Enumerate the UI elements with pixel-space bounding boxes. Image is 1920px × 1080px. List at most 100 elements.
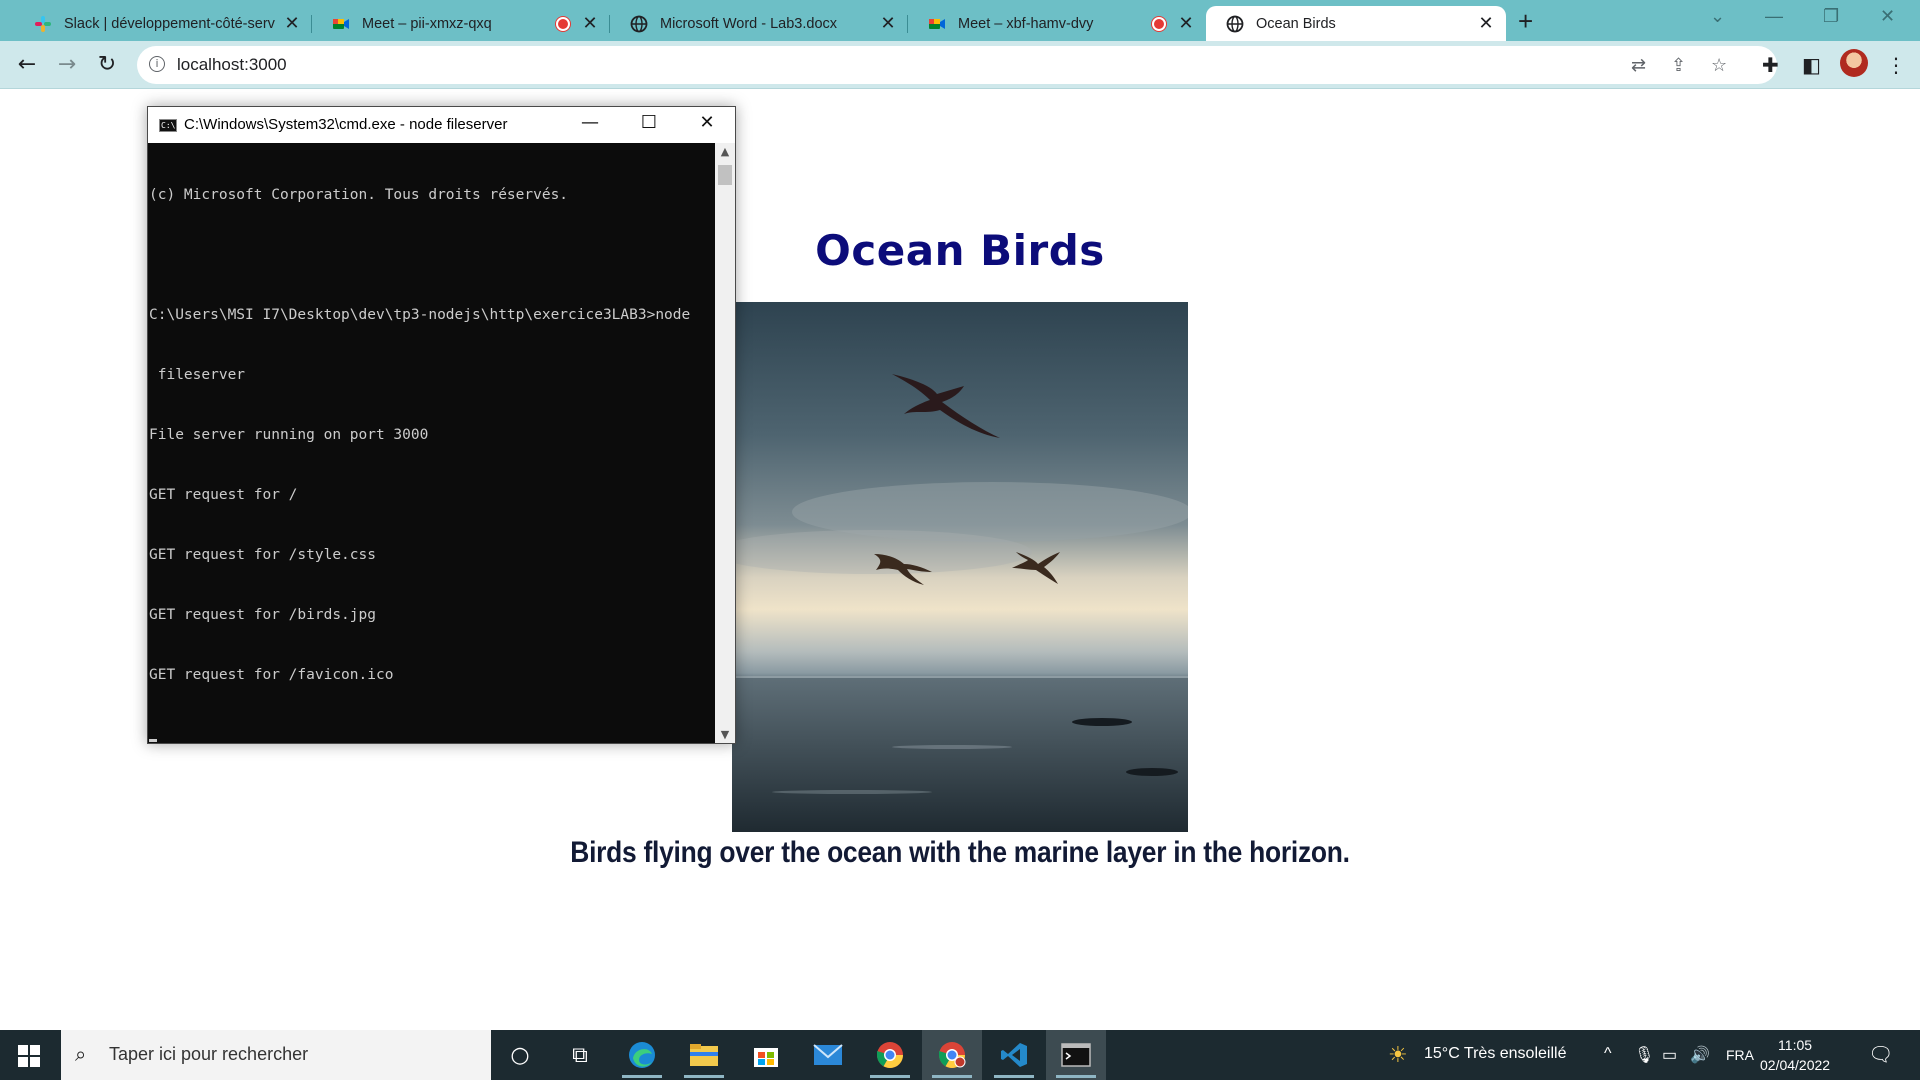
cmd-line: GET request for /birds.jpg: [149, 607, 376, 623]
site-info-icon[interactable]: i: [149, 56, 165, 72]
menu-icon[interactable]: ⋮: [1886, 53, 1906, 77]
scroll-up-icon[interactable]: ▲: [715, 145, 735, 158]
tab-ocean-birds[interactable]: Ocean Birds ✕: [1206, 6, 1506, 41]
tab-word[interactable]: Microsoft Word - Lab3.docx ✕: [610, 6, 908, 41]
chrome-profile-icon[interactable]: [922, 1030, 982, 1080]
birds-image: [732, 302, 1188, 832]
bookmark-star-icon[interactable]: ☆: [1711, 55, 1727, 76]
edge-logo: [629, 1042, 655, 1068]
profile-avatar[interactable]: [1840, 49, 1868, 77]
tab-title: Meet – xbf-hamv-dvy: [958, 15, 1094, 32]
chrome-logo: [938, 1042, 966, 1069]
address-bar[interactable]: i localhost:3000 ⇄ ⇪ ☆: [137, 46, 1777, 84]
cmd-line: fileserver: [149, 367, 246, 383]
close-tab-icon[interactable]: ✕: [282, 13, 302, 34]
vscode-icon[interactable]: [984, 1030, 1044, 1080]
google-meet-icon: [929, 18, 945, 29]
cmd-line: C:\Users\MSI I7\Desktop\dev\tp3-nodejs\h…: [149, 307, 691, 323]
cmd-line: [149, 245, 714, 265]
cmd-title: C:\Windows\System32\cmd.exe - node files…: [184, 116, 508, 133]
cmd-minimize-button[interactable]: —: [575, 112, 605, 133]
chrome-logo: [876, 1042, 904, 1069]
edge-icon[interactable]: [612, 1030, 672, 1080]
cmd-titlebar[interactable]: C:\ C:\Windows\System32\cmd.exe - node f…: [148, 107, 735, 143]
tab-title: Microsoft Word - Lab3.docx: [660, 15, 838, 32]
tab-meet-1[interactable]: Meet – pii-xmxz-qxq ✕: [312, 6, 610, 41]
clock-date: 02/04/2022: [1760, 1057, 1831, 1073]
folder-logo: [690, 1044, 718, 1066]
windows-taskbar: ⌕ Taper ici pour rechercher ○ ⧉ ☀ 15°C T…: [0, 1030, 1920, 1080]
weather-text[interactable]: 15°C Très ensoleillé: [1424, 1045, 1566, 1063]
url-text[interactable]: localhost:3000: [177, 55, 287, 75]
scroll-down-icon[interactable]: ▼: [715, 728, 735, 741]
mail-icon[interactable]: [798, 1030, 858, 1080]
battery-icon[interactable]: ▭: [1662, 1045, 1677, 1065]
close-tab-icon[interactable]: ✕: [580, 13, 600, 34]
taskbar-search-box[interactable]: ⌕ Taper ici pour rechercher: [61, 1030, 491, 1080]
minimize-window-button[interactable]: —: [1765, 6, 1783, 27]
recording-icon: [556, 16, 570, 31]
tab-meet-2[interactable]: Meet – xbf-hamv-dvy ✕: [908, 6, 1206, 41]
restore-window-button[interactable]: ❐: [1823, 6, 1839, 27]
task-view-icon[interactable]: ⧉: [550, 1030, 610, 1080]
cmd-window[interactable]: C:\ C:\Windows\System32\cmd.exe - node f…: [147, 106, 736, 744]
reload-button[interactable]: ↻: [92, 50, 122, 80]
cortana-icon[interactable]: ○: [490, 1030, 550, 1080]
translate-icon[interactable]: ⇄: [1631, 55, 1646, 76]
tab-title: Ocean Birds: [1256, 15, 1336, 32]
extensions-icon[interactable]: ✚: [1762, 53, 1779, 77]
windows-start-icon[interactable]: [18, 1045, 40, 1067]
side-panel-icon[interactable]: ◧: [1802, 53, 1821, 77]
store-icon[interactable]: [736, 1030, 796, 1080]
clock-time: 11:05: [1778, 1037, 1813, 1053]
globe-icon: [630, 15, 648, 32]
tray-chevron-icon[interactable]: ^: [1604, 1045, 1612, 1063]
file-explorer-icon[interactable]: [674, 1030, 734, 1080]
share-icon[interactable]: ⇪: [1671, 55, 1686, 76]
tab-title: Meet – pii-xmxz-qxq: [362, 15, 492, 32]
tab-search-icon[interactable]: ⌄: [1710, 6, 1725, 27]
weather-icon[interactable]: ☀: [1388, 1042, 1408, 1068]
back-button[interactable]: ←: [12, 50, 42, 80]
close-tab-icon[interactable]: ✕: [1476, 13, 1496, 34]
cmd-scrollbar[interactable]: ▲ ▼: [715, 143, 735, 743]
browser-toolbar: ← → ↻ i localhost:3000 ⇄ ⇪ ☆ ✚ ◧ ⋮: [0, 41, 1920, 89]
tab-title: Slack | développement-côté-serv: [64, 15, 275, 32]
cmd-taskbar-icon[interactable]: [1046, 1030, 1106, 1080]
cmd-line: GET request for /favicon.ico: [149, 667, 394, 683]
vscode-logo: [1001, 1043, 1027, 1067]
cmd-output[interactable]: (c) Microsoft Corporation. Tous droits r…: [148, 143, 714, 743]
scroll-thumb[interactable]: [718, 165, 732, 185]
cmd-line: GET request for /style.css: [149, 547, 376, 563]
cmd-app-icon: C:\: [159, 119, 177, 132]
forward-button[interactable]: →: [52, 50, 82, 80]
search-placeholder: Taper ici pour rechercher: [109, 1044, 309, 1064]
cmd-line: GET request for /: [149, 487, 298, 503]
cmd-cursor: [149, 739, 157, 742]
new-tab-button[interactable]: +: [1518, 8, 1533, 34]
search-icon: ⌕: [75, 1042, 87, 1066]
close-tab-icon[interactable]: ✕: [1176, 13, 1196, 34]
close-tab-icon[interactable]: ✕: [878, 13, 898, 34]
language-indicator[interactable]: FRA: [1726, 1047, 1754, 1063]
birds-photo-drawing: [732, 302, 1188, 832]
clock[interactable]: 11:05 02/04/2022: [1760, 1035, 1830, 1075]
cmd-line: (c) Microsoft Corporation. Tous droits r…: [149, 187, 569, 203]
mail-logo: [813, 1044, 843, 1065]
recording-icon: [1152, 16, 1166, 31]
close-window-button[interactable]: ✕: [1880, 6, 1895, 27]
chrome-icon[interactable]: [860, 1030, 920, 1080]
store-logo: [754, 1048, 778, 1067]
tab-strip: Slack | développement-côté-serv ✕ Meet –…: [0, 0, 1920, 41]
notifications-icon[interactable]: 🗨: [1868, 1042, 1893, 1067]
cmd-maximize-button[interactable]: ☐: [634, 112, 664, 133]
google-meet-icon: [333, 18, 349, 29]
volume-icon[interactable]: 🔊: [1690, 1045, 1710, 1065]
cmd-close-button[interactable]: ✕: [692, 112, 722, 133]
cmd-line: File server running on port 3000: [149, 427, 429, 443]
image-caption: Birds flying over the ocean with the mar…: [570, 836, 1350, 869]
microphone-icon[interactable]: 🎙: [1634, 1045, 1654, 1065]
terminal-logo: [1061, 1043, 1091, 1067]
tab-slack[interactable]: Slack | développement-côté-serv ✕: [14, 6, 312, 41]
slack-icon: [35, 15, 51, 32]
